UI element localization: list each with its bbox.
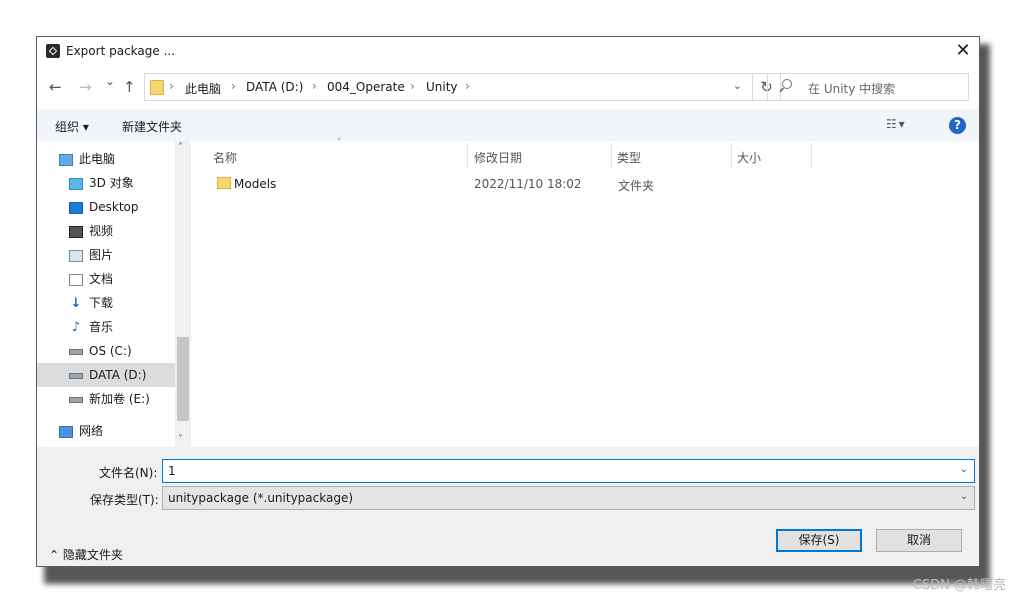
list-item[interactable]: Models 2022/11/10 18:02 文件夹 [211,173,811,195]
help-icon[interactable]: ? [949,117,966,134]
sidebar-scrollbar[interactable]: ˄ ˅ [175,141,191,447]
close-button[interactable]: ✕ [947,37,979,67]
forward-button[interactable]: → [79,78,92,96]
save-button[interactable]: 保存(S) [776,529,862,552]
chevron-right-icon: › [410,79,415,93]
file-list: ˄ 名称 修改日期 类型 大小 Models 2022/11/10 18:02 … [191,138,979,447]
filename-value: 1 [168,464,176,478]
command-bar: 组织 ▾ 新建文件夹 ☷ ▾ ? [37,109,979,141]
network-icon [59,425,73,438]
back-button[interactable]: ← [49,78,62,96]
organize-button[interactable]: 组织 ▾ [55,118,89,135]
filename-label: 文件名(N): [99,466,158,480]
title-bar: Export package ... ✕ [37,37,979,67]
file-type: 文件夹 [618,179,655,193]
folder-icon [150,80,164,95]
sidebar-item-os-c[interactable]: OS (C:) [69,339,132,363]
scrollbar-thumb[interactable] [177,337,189,421]
filetype-select[interactable]: unitypackage (*.unitypackage) ⌄ [162,486,975,510]
filetype-label: 保存类型(T): [90,493,159,507]
sidebar-item-new-volume-e[interactable]: 新加卷 (E:) [69,387,150,411]
drive-icon [69,396,83,403]
search-placeholder: 在 Unity 中搜索 [808,82,896,96]
column-header-name[interactable]: 名称 [213,149,237,166]
chevron-right-icon: › [231,79,236,93]
windows-drive-icon [69,348,83,355]
sidebar-item-music[interactable]: ♪ 音乐 [69,315,113,339]
breadcrumb-004-operate[interactable]: 004_Operate [327,80,405,94]
sort-ascending-icon: ˄ [337,138,342,148]
sidebar-item-videos[interactable]: 视频 [69,219,113,243]
pictures-icon [69,249,83,262]
chevron-down-icon[interactable]: ⌄ [960,491,968,502]
search-box[interactable]: 在 Unity 中搜索 [767,73,969,101]
chevron-right-icon: › [169,79,174,93]
file-name: Models [234,177,277,191]
export-dialog: Export package ... ✕ ← → ⌄ ↑ › 此电脑 › DAT… [36,36,980,567]
sidebar-item-pictures[interactable]: 图片 [69,243,113,267]
unity-icon [46,44,60,58]
chevron-right-icon: › [465,79,470,93]
video-icon [69,225,83,238]
address-dropdown-button[interactable]: ⌄ [733,79,742,92]
filetype-value: unitypackage (*.unitypackage) [168,491,354,505]
sidebar-item-this-pc[interactable]: 此电脑 [59,147,115,171]
cancel-button[interactable]: 取消 [876,529,962,552]
music-icon: ♪ [71,319,81,335]
new-folder-button[interactable]: 新建文件夹 [122,118,182,135]
sidebar-item-data-d[interactable]: DATA (D:) [37,363,175,387]
navigation-pane: 此电脑 3D 对象 Desktop 视频 图片 文档 ↓ 下载 ♪ 音乐 OS (C… [37,141,191,447]
scroll-down-arrow-icon[interactable]: ˅ [178,434,183,445]
breadcrumb-data-drive[interactable]: DATA (D:) [246,80,303,94]
chevron-down-icon[interactable]: ⌄ [960,464,968,475]
hide-folders-toggle[interactable]: ⌃ 隐藏文件夹 [49,546,123,563]
recent-locations-button[interactable]: ⌄ [105,74,115,88]
column-header-modified[interactable]: 修改日期 [474,149,522,166]
drive-icon [69,372,83,379]
sidebar-item-desktop[interactable]: Desktop [69,195,139,219]
sidebar-item-documents[interactable]: 文档 [69,267,113,291]
window-title: Export package ... [66,44,176,58]
column-divider[interactable] [467,143,468,169]
column-divider[interactable] [611,143,612,169]
sidebar-item-downloads[interactable]: ↓ 下载 [69,291,113,315]
desktop-icon [69,201,83,214]
column-header-size[interactable]: 大小 [737,149,761,166]
navigation-row: ← → ⌄ ↑ › 此电脑 › DATA (D:) › 004_Operate … [37,71,979,105]
chevron-right-icon: › [312,79,317,93]
search-icon [782,79,792,89]
up-button[interactable]: ↑ [123,78,136,96]
pc-icon [59,153,73,166]
save-panel: 文件名(N): 1 ⌄ 保存类型(T): unitypackage (*.uni… [37,447,979,566]
sidebar-item-3d-objects[interactable]: 3D 对象 [69,171,134,195]
column-divider[interactable] [731,143,732,169]
breadcrumb-unity[interactable]: Unity [426,80,458,94]
scroll-up-arrow-icon[interactable]: ˄ [178,142,183,153]
column-header-type[interactable]: 类型 [617,149,641,166]
watermark: CSDN @韩曙亮 [912,578,1006,593]
filename-field[interactable]: 1 ⌄ [162,459,975,483]
view-options-icon[interactable]: ☷ ▾ [886,117,905,131]
column-divider[interactable] [811,143,812,169]
sidebar-item-network[interactable]: 网络 [59,419,103,443]
file-modified: 2022/11/10 18:02 [474,177,582,191]
cube-icon [69,177,83,190]
document-icon [69,273,83,286]
folder-icon [217,177,231,189]
breadcrumb-this-pc[interactable]: 此电脑 [185,80,221,97]
address-bar[interactable]: › 此电脑 › DATA (D:) › 004_Operate › Unity … [144,73,753,101]
download-icon: ↓ [70,295,82,311]
